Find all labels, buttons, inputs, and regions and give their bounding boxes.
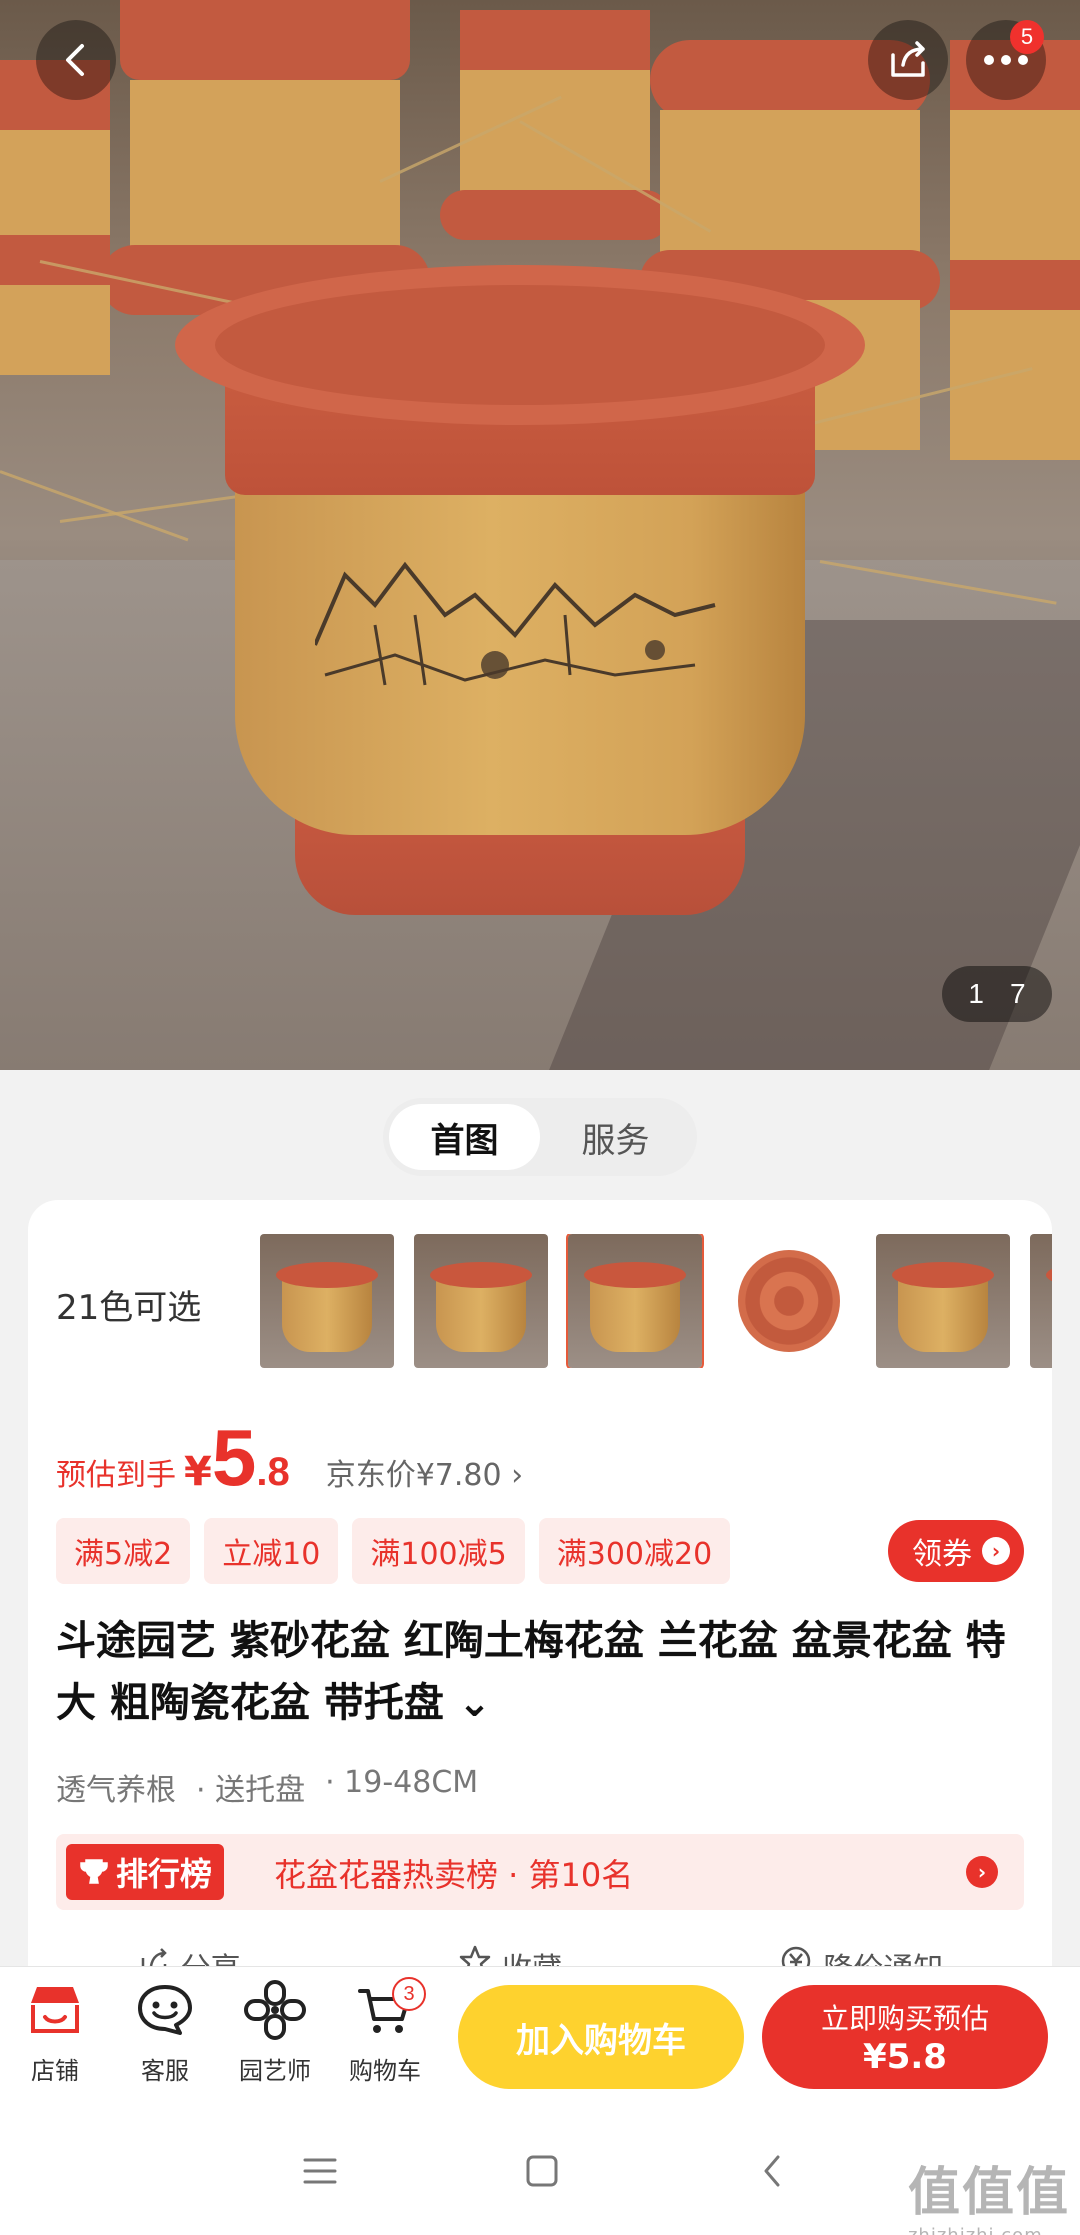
system-back-button[interactable] bbox=[742, 2146, 802, 2196]
price-decimal: .8 bbox=[256, 1450, 290, 1494]
chevron-right-icon: › bbox=[966, 1856, 998, 1888]
product-info-card: 21色可选 预估到手 ¥ 5 .8 京东价¥7.80 › 满5减2 立减10 满… bbox=[28, 1200, 1052, 2000]
product-tag: · 19-48CM bbox=[325, 1765, 479, 1800]
coupon-list: 满5减2 立减10 满100减5 满300减20 bbox=[56, 1518, 731, 1584]
more-dots-icon bbox=[984, 55, 1028, 65]
variant-thumbnails bbox=[260, 1234, 1052, 1368]
variant-thumbnail[interactable] bbox=[722, 1234, 856, 1368]
ranking-text: 花盆花器热卖榜 · 第10名 bbox=[274, 1856, 634, 1894]
featured-pot bbox=[175, 265, 865, 925]
price-integer: 5 bbox=[211, 1413, 257, 1502]
variant-thumbnail[interactable] bbox=[1030, 1234, 1052, 1368]
notification-badge: 5 bbox=[1010, 20, 1044, 54]
variant-thumbnail-selected[interactable] bbox=[566, 1234, 704, 1368]
image-counter-total: 7 bbox=[1010, 978, 1026, 1009]
variant-thumbnail[interactable] bbox=[414, 1234, 548, 1368]
get-coupon-button[interactable]: 领券 › bbox=[888, 1520, 1024, 1582]
cart-count-badge: 3 bbox=[392, 1977, 426, 2011]
image-counter: 1 7 bbox=[942, 966, 1052, 1022]
coupon-tag[interactable]: 满100减5 bbox=[352, 1518, 525, 1584]
price-row: 预估到手 ¥ 5 .8 京东价¥7.80 › bbox=[56, 1418, 523, 1498]
watermark: 值值值 zhizhizhi.com bbox=[908, 2150, 1070, 2235]
recent-apps-button[interactable] bbox=[290, 2146, 350, 2196]
store-icon bbox=[31, 1987, 79, 2033]
nav-gardener-label: 园艺师 bbox=[239, 2057, 311, 2085]
back-button[interactable] bbox=[36, 20, 116, 100]
share-icon bbox=[891, 41, 925, 77]
product-image-gallery[interactable]: 5 1 7 bbox=[0, 0, 1080, 1070]
nav-store[interactable]: 店铺 bbox=[10, 1977, 100, 2086]
buy-now-button[interactable]: 立即购买预估 ¥5.8 bbox=[762, 1985, 1048, 2089]
nav-customer-service-label: 客服 bbox=[141, 2057, 189, 2085]
image-counter-current: 1 bbox=[968, 978, 984, 1009]
chat-face-icon bbox=[138, 1985, 192, 2035]
chevron-left-icon bbox=[66, 44, 84, 76]
product-title[interactable]: 斗途园艺 紫砂花盆 红陶土梅花盆 兰花盆 盆景花盆 特大 粗陶瓷花盆 带托盘 ⌄ bbox=[56, 1610, 1016, 1734]
buy-now-price: ¥5.8 bbox=[863, 2037, 947, 2077]
watermark-sub: zhizhizhi.com bbox=[908, 2225, 1070, 2235]
ranking-badge-label: 排行榜 bbox=[116, 1855, 213, 1893]
bottom-action-bar: 店铺 客服 园艺师 3 购物车 加入购物车 立即购买预估 ¥5.8 bbox=[0, 1966, 1080, 2106]
price-prefix: 预估到手 bbox=[56, 1458, 176, 1493]
nav-cart[interactable]: 3 购物车 bbox=[340, 1977, 430, 2086]
coupon-tag[interactable]: 立减10 bbox=[204, 1518, 339, 1584]
more-button[interactable]: 5 bbox=[966, 20, 1046, 100]
chevron-right-icon: › bbox=[982, 1537, 1010, 1565]
add-to-cart-button[interactable]: 加入购物车 bbox=[458, 1985, 744, 2089]
background-pot bbox=[440, 10, 670, 240]
tab-service[interactable]: 服务 bbox=[540, 1104, 691, 1170]
landscape-painting bbox=[315, 561, 716, 686]
share-button[interactable] bbox=[868, 20, 948, 100]
coupon-tag[interactable]: 满5减2 bbox=[56, 1518, 191, 1584]
get-coupon-label: 领券 bbox=[912, 1537, 972, 1572]
buy-now-label: 立即购买预估 bbox=[820, 2002, 989, 2035]
product-tags: 透气养根 · 送托盘 · 19-48CM bbox=[56, 1765, 478, 1809]
chevron-left-icon bbox=[764, 2155, 780, 2187]
trophy-icon bbox=[80, 1859, 108, 1884]
menu-icon bbox=[303, 2158, 337, 2184]
watermark-main: 值值值 bbox=[907, 2163, 1070, 2223]
ranking-badge: 排行榜 bbox=[66, 1844, 225, 1900]
square-home-icon bbox=[526, 2155, 558, 2187]
variant-thumbnail[interactable] bbox=[876, 1234, 1010, 1368]
coupon-tag[interactable]: 满300减20 bbox=[538, 1518, 731, 1584]
variant-thumbnail[interactable] bbox=[260, 1234, 394, 1368]
product-tag: 透气养根 bbox=[56, 1773, 176, 1808]
nav-gardener[interactable]: 园艺师 bbox=[230, 1977, 320, 2086]
nav-customer-service[interactable]: 客服 bbox=[120, 1977, 210, 2086]
product-tag: · 送托盘 bbox=[196, 1773, 306, 1808]
ranking-banner[interactable]: 排行榜 花盆花器热卖榜 · 第10名 › bbox=[56, 1834, 1024, 1910]
nav-store-label: 店铺 bbox=[31, 2057, 79, 2085]
flower-icon bbox=[244, 1980, 306, 2040]
jd-price-link[interactable]: 京东价¥7.80 › bbox=[326, 1450, 523, 1494]
nav-cart-label: 购物车 bbox=[349, 2057, 421, 2085]
price-currency: ¥ bbox=[184, 1449, 212, 1495]
image-segment-switch: 首图 服务 bbox=[383, 1098, 697, 1176]
variant-count-label[interactable]: 21色可选 bbox=[56, 1280, 201, 1329]
tab-main-image[interactable]: 首图 bbox=[389, 1104, 540, 1170]
home-button[interactable] bbox=[512, 2146, 572, 2196]
